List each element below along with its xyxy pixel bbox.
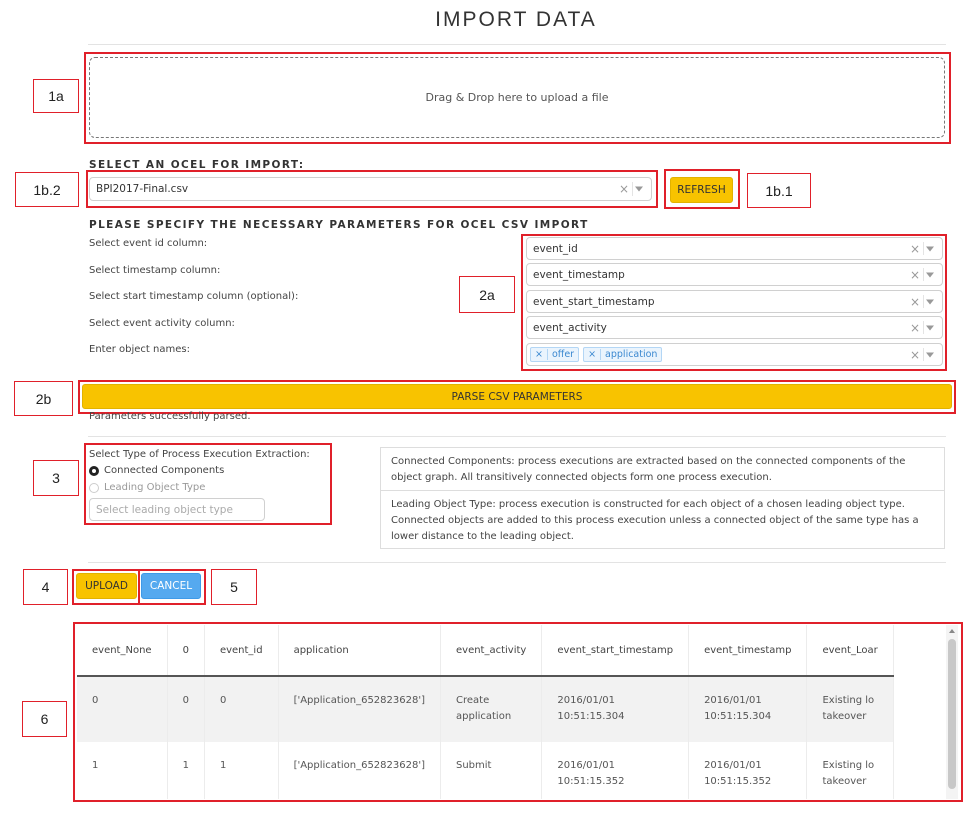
extraction-type-label: Select Type of Process Execution Extract…: [89, 449, 310, 460]
table-cell: 1: [167, 742, 205, 799]
table-cell: Existing lo takeover: [806, 742, 894, 799]
annotation-label-2b: 2b: [14, 381, 73, 416]
chevron-down-icon[interactable]: [635, 186, 643, 192]
annotation-label-1b1: 1b.1: [747, 173, 811, 208]
dropzone-text: Drag & Drop here to upload a file: [425, 91, 609, 104]
activity-select-value: event_activity: [533, 321, 607, 334]
radio-leading-object-type[interactable]: Leading Object Type: [89, 482, 205, 493]
info-connected-components: Connected Components: process executions…: [381, 448, 944, 491]
radio-connected-components[interactable]: Connected Components: [89, 465, 224, 476]
radio-icon[interactable]: [89, 482, 99, 493]
table-row: 0 0 0 ['Application_652823628'] Create a…: [77, 676, 894, 742]
divider: [88, 562, 946, 563]
page-title: IMPORT DATA: [435, 8, 597, 31]
annotation-label-4: 4: [23, 569, 68, 605]
table-cell: Submit: [440, 742, 543, 799]
clear-icon[interactable]: ×: [910, 348, 920, 362]
divider: [88, 44, 946, 45]
table-cell: ['Application_652823628']: [278, 676, 442, 742]
info-leading-object-type: Leading Object Type: process execution i…: [391, 499, 919, 542]
chevron-down-icon[interactable]: [926, 272, 934, 277]
start-timestamp-select-value: event_start_timestamp: [533, 295, 655, 308]
activity-select[interactable]: event_activity ×: [526, 316, 943, 339]
data-table-container: event_None 0 event_id application event_…: [77, 625, 946, 799]
column-header[interactable]: event_Loar: [806, 625, 894, 677]
chevron-down-icon[interactable]: [926, 352, 934, 357]
object-tag[interactable]: × application: [583, 347, 663, 362]
table-cell: Create application: [440, 676, 543, 742]
param-label-activity: Select event activity column:: [89, 318, 235, 329]
param-label-start-timestamp: Select start timestamp column (optional)…: [89, 291, 299, 302]
refresh-button[interactable]: REFRESH: [670, 177, 733, 203]
column-header[interactable]: 0: [167, 625, 205, 677]
upload-button[interactable]: UPLOAD: [76, 573, 137, 599]
clear-icon[interactable]: ×: [910, 242, 920, 256]
param-label-event-id: Select event id column:: [89, 238, 208, 249]
clear-icon[interactable]: ×: [910, 321, 920, 335]
annotation-label-2a: 2a: [459, 276, 515, 313]
object-tag[interactable]: × offer: [530, 347, 580, 362]
params-section-label: PLEASE SPECIFY THE NECESSARY PARAMETERS …: [89, 219, 589, 231]
upload-dropzone[interactable]: Drag & Drop here to upload a file: [89, 57, 945, 138]
event-id-select-value: event_id: [533, 242, 578, 255]
table-scrollbar[interactable]: [946, 625, 958, 799]
data-table: event_None 0 event_id application event_…: [77, 625, 894, 799]
table-header-row: event_None 0 event_id application event_…: [77, 625, 894, 677]
table-cell: 2016/01/01 10:51:15.304: [541, 676, 690, 742]
annotation-label-1b2: 1b.2: [15, 172, 79, 207]
annotation-label-5: 5: [211, 569, 257, 605]
annotation-label-6: 6: [22, 701, 67, 737]
chevron-down-icon[interactable]: [926, 299, 934, 304]
leading-object-type-select[interactable]: Select leading object type: [89, 498, 265, 521]
table-cell: Existing lo takeover: [806, 676, 894, 742]
table-cell: 2016/01/01 10:51:15.352: [688, 742, 808, 799]
table-row: 1 1 1 ['Application_652823628'] Submit 2…: [77, 742, 894, 799]
divider: [88, 436, 946, 437]
chevron-down-icon[interactable]: [926, 246, 934, 251]
column-header[interactable]: event_start_timestamp: [541, 625, 690, 677]
scrollbar-thumb[interactable]: [948, 639, 956, 789]
chevron-down-icon[interactable]: [926, 325, 934, 330]
ocel-select[interactable]: BPI2017-Final.csv ×: [89, 177, 652, 201]
table-cell: ['Application_652823628']: [278, 742, 442, 799]
table-cell: 1: [77, 742, 168, 799]
table-cell: 2016/01/01 10:51:15.304: [688, 676, 808, 742]
clear-icon[interactable]: ×: [910, 295, 920, 309]
radio-icon[interactable]: [89, 465, 99, 476]
extraction-info-panel: Connected Components: process executions…: [380, 447, 945, 549]
clear-icon[interactable]: ×: [910, 268, 920, 282]
column-header[interactable]: event_timestamp: [688, 625, 808, 677]
annotation-label-1a: 1a: [33, 79, 79, 113]
table-cell: 2016/01/01 10:51:15.352: [541, 742, 690, 799]
scroll-up-icon[interactable]: [949, 629, 955, 633]
parse-csv-parameters-button[interactable]: PARSE CSV PARAMETERS: [82, 384, 952, 409]
column-header[interactable]: event_None: [77, 625, 168, 677]
table-cell: 1: [204, 742, 279, 799]
table-cell: 0: [204, 676, 279, 742]
parse-status: Parameters successfully parsed.: [89, 411, 251, 422]
param-label-object-names: Enter object names:: [89, 344, 190, 355]
cancel-button[interactable]: CANCEL: [141, 573, 201, 599]
table-cell: 0: [167, 676, 205, 742]
ocel-select-value: BPI2017-Final.csv: [96, 183, 189, 195]
timestamp-select-value: event_timestamp: [533, 268, 625, 281]
leading-object-placeholder: Select leading object type: [96, 503, 233, 516]
clear-icon[interactable]: ×: [619, 182, 629, 196]
param-label-timestamp: Select timestamp column:: [89, 265, 221, 276]
annotation-label-3: 3: [33, 460, 79, 496]
column-header[interactable]: application: [278, 625, 442, 677]
start-timestamp-select[interactable]: event_start_timestamp ×: [526, 290, 943, 313]
object-names-multiselect[interactable]: × offer × application ×: [526, 343, 943, 366]
table-cell: 0: [77, 676, 168, 742]
event-id-select[interactable]: event_id ×: [526, 237, 943, 260]
remove-tag-icon[interactable]: ×: [531, 349, 548, 360]
column-header[interactable]: event_activity: [440, 625, 543, 677]
column-header[interactable]: event_id: [204, 625, 279, 677]
remove-tag-icon[interactable]: ×: [584, 349, 602, 360]
timestamp-select[interactable]: event_timestamp ×: [526, 263, 943, 286]
